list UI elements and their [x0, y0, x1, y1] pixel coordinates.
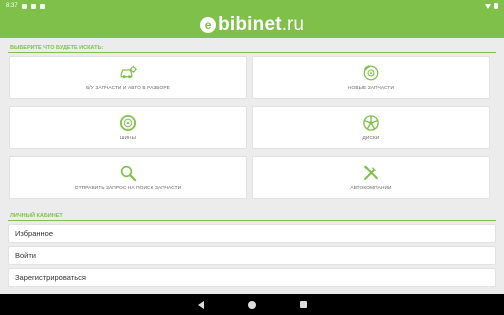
tile-new-parts[interactable]: НОВЫЕ ЗАПЧАСТИ: [252, 56, 490, 99]
storage-notification-icon: [39, 3, 45, 9]
tile-rims[interactable]: ДИСКИ: [252, 106, 490, 149]
section-divider: [8, 220, 496, 221]
tile-used-parts[interactable]: Б/У ЗАПЧАСТИ И АВТО В РАЗБОРЕ: [9, 56, 247, 99]
tile-auto-companies[interactable]: АВТОКОМПАНИИ: [252, 156, 490, 199]
wifi-icon: [485, 3, 491, 9]
car-parts-icon: [120, 65, 137, 79]
app-bar: e bibinet .ru: [0, 12, 504, 38]
search-section-title: ВЫБЕРИТЕ ЧТО БУДЕТЕ ИСКАТЬ:: [10, 45, 104, 51]
battery-icon: [494, 3, 498, 9]
favorites-item[interactable]: Избранное: [8, 224, 496, 243]
section-divider: [8, 52, 496, 53]
settings-notification-icon: [21, 3, 27, 9]
brake-disc-icon: [363, 65, 379, 81]
tools-icon: [363, 165, 378, 180]
tile-part-request[interactable]: ОТПРАВИТЬ ЗАПРОС НА ПОИСК ЗАПЧАСТИ: [9, 156, 247, 199]
back-icon[interactable]: [197, 300, 204, 309]
login-item[interactable]: Войти: [8, 246, 496, 265]
recent-apps-icon[interactable]: [299, 301, 307, 308]
tile-label: АВТОКОМПАНИИ: [350, 186, 392, 191]
logo-name: bibinet: [218, 14, 282, 35]
account-section-title: ЛИЧНЫЙ КАБИНЕТ: [10, 213, 63, 219]
logo-mark-icon: e: [200, 17, 217, 33]
app-notification-icon: [30, 3, 36, 9]
tile-label: ДИСКИ: [362, 136, 380, 141]
tile-label: ШИНЫ: [120, 136, 136, 141]
tile-label: ОТПРАВИТЬ ЗАПРОС НА ПОИСК ЗАПЧАСТИ: [74, 186, 182, 191]
app-logo[interactable]: e bibinet .ru: [200, 14, 304, 36]
system-nav-bar: [0, 294, 504, 315]
status-time: 8:37: [6, 3, 18, 9]
search-icon: [120, 165, 137, 182]
tile-label: Б/У ЗАПЧАСТИ И АВТО В РАЗБОРЕ: [86, 86, 170, 91]
status-bar: 8:37: [0, 0, 504, 12]
logo-tld: .ru: [281, 14, 304, 35]
tile-label: НОВЫЕ ЗАПЧАСТИ: [347, 86, 395, 91]
home-icon[interactable]: [247, 300, 256, 309]
wheel-rim-icon: [363, 115, 379, 131]
tire-icon: [119, 114, 137, 132]
tile-tires[interactable]: ШИНЫ: [9, 106, 247, 149]
register-item[interactable]: Зарегистрироваться: [8, 268, 496, 287]
